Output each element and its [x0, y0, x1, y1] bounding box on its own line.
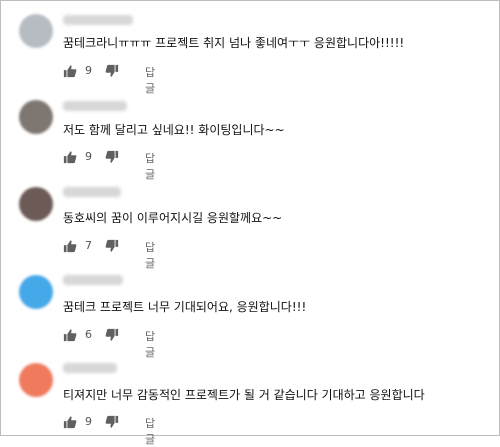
author-name[interactable] — [63, 187, 121, 197]
dislike-button[interactable] — [105, 327, 121, 343]
thumbs-up-icon — [63, 151, 77, 164]
thumbs-down-icon — [105, 328, 119, 341]
avatar[interactable] — [19, 14, 53, 48]
comment-item: 동호씨의 꿈이 이루어지시길 응원할께요~~ 7 답글 — [1, 173, 499, 270]
avatar[interactable] — [19, 187, 53, 221]
avatar[interactable] — [19, 100, 53, 134]
thumbs-down-icon — [105, 415, 119, 428]
like-button[interactable] — [63, 327, 79, 343]
author-name[interactable] — [63, 101, 127, 111]
like-button[interactable] — [63, 414, 79, 430]
comment-text: 동호씨의 꿈이 이루어지시길 응원할께요~~ — [63, 211, 283, 225]
dislike-button[interactable] — [105, 414, 121, 430]
comment-text: 꿈테크라니ㅠㅠㅠ 프로젝트 취지 넘나 좋네여ㅜㅜ 응원합니다아!!!!! — [63, 36, 405, 50]
comment-item: 저도 함께 달리고 싶네요!! 화이팅입니다~~ 9 답글 — [1, 87, 499, 181]
comment-text: 티져지만 너무 감동적인 프로젝트가 될 거 같습니다 기대하고 응원합니다 — [63, 388, 425, 402]
comment-item: 꿈테크라니ㅠㅠㅠ 프로젝트 취지 넘나 좋네여ㅜㅜ 응원합니다아!!!!! 9 … — [1, 1, 499, 95]
author-name[interactable] — [63, 275, 123, 285]
comment-item: 꿈테크 프로젝트 너무 기대되어요, 응원합니다!!! 6 답글 — [1, 261, 499, 359]
author-name[interactable] — [63, 363, 117, 373]
comment-item: 티져지만 너무 감동적인 프로젝트가 될 거 같습니다 기대하고 응원합니다 9… — [1, 349, 499, 446]
reply-button[interactable]: 답글 — [145, 415, 156, 447]
thumbs-up-icon — [63, 65, 77, 78]
thumbs-up-icon — [63, 416, 77, 429]
avatar[interactable] — [19, 363, 53, 397]
like-count: 9 — [85, 150, 92, 163]
like-button[interactable] — [63, 149, 79, 165]
dislike-button[interactable] — [105, 63, 121, 79]
like-count: 7 — [85, 239, 92, 252]
comments-panel: 꿈테크라니ㅠㅠㅠ 프로젝트 취지 넘나 좋네여ㅜㅜ 응원합니다아!!!!! 9 … — [0, 0, 500, 446]
thumbs-down-icon — [105, 150, 119, 163]
like-count: 6 — [85, 328, 92, 341]
like-count: 9 — [85, 64, 92, 77]
thumbs-up-icon — [63, 240, 77, 253]
thumbs-up-icon — [63, 329, 77, 342]
dislike-button[interactable] — [105, 149, 121, 165]
avatar[interactable] — [19, 275, 53, 309]
comment-text: 꿈테크 프로젝트 너무 기대되어요, 응원합니다!!! — [63, 300, 307, 314]
thumbs-down-icon — [105, 239, 119, 252]
author-name[interactable] — [63, 15, 133, 25]
like-button[interactable] — [63, 238, 79, 254]
comment-text: 저도 함께 달리고 싶네요!! 화이팅입니다~~ — [63, 123, 285, 137]
like-count: 9 — [85, 415, 92, 428]
dislike-button[interactable] — [105, 238, 121, 254]
like-button[interactable] — [63, 63, 79, 79]
thumbs-down-icon — [105, 64, 119, 77]
